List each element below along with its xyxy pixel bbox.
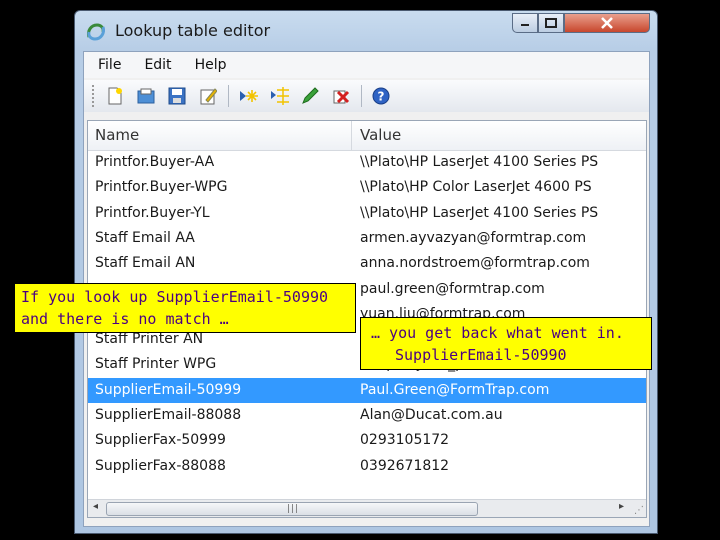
grip-icon: ||| <box>287 504 300 514</box>
edit-button[interactable] <box>197 85 219 107</box>
close-icon <box>601 17 613 29</box>
minimize-icon <box>521 24 529 26</box>
close-button[interactable] <box>564 13 650 33</box>
delete-button[interactable] <box>330 85 352 107</box>
toolbar-separator <box>361 85 362 107</box>
toolbar-separator <box>228 85 229 107</box>
callout-right-line1: … you get back what went in. <box>371 324 624 342</box>
callout-left-line1: If you look up SupplierEmail-50990 <box>21 288 329 306</box>
cell-value[interactable]: \\Plato\HP LaserJet 4100 Series PS <box>360 150 598 175</box>
scroll-thumb[interactable]: ||| <box>106 502 478 516</box>
cell-name[interactable]: Printfor.Buyer-YL <box>95 201 210 226</box>
resize-grip-icon[interactable]: ⋰ <box>634 505 644 516</box>
insert-many-button[interactable] <box>268 85 290 107</box>
cell-value[interactable]: 0392671812 <box>360 454 449 479</box>
table-row[interactable]: SupplierEmail-50999 Paul.Green@FormTrap.c… <box>88 377 646 403</box>
open-button[interactable] <box>135 85 157 107</box>
callout-left-line2: and there is no match … <box>21 310 229 328</box>
menu-bar: File Edit Help <box>84 52 649 78</box>
cell-name[interactable]: Printfor.Buyer-WPG <box>95 175 227 200</box>
new-button[interactable] <box>104 85 126 107</box>
column-divider[interactable] <box>351 121 352 150</box>
delete-icon <box>333 90 350 104</box>
help-button[interactable]: ? <box>370 85 392 107</box>
app-icon <box>87 23 105 41</box>
cell-name[interactable]: Staff Email AA <box>95 226 195 251</box>
scroll-left-arrow-icon[interactable]: ◂ <box>93 501 98 512</box>
maximize-button[interactable] <box>538 13 564 33</box>
grid-header: Name Value <box>88 121 646 151</box>
svg-text:?: ? <box>378 90 385 104</box>
edit-document-icon <box>200 88 217 105</box>
pencil-icon <box>302 87 319 104</box>
help-icon: ? <box>372 87 390 105</box>
cell-value[interactable]: \\Plato\HP LaserJet 4100 Series PS <box>360 201 598 226</box>
cell-name[interactable]: Printfor.Buyer-AA <box>95 150 214 175</box>
toolbar: ? <box>84 80 649 112</box>
insert-row-button[interactable] <box>237 85 259 107</box>
cell-name[interactable]: SupplierFax-50999 <box>95 428 226 453</box>
callout-left: If you look up SupplierEmail-50990 and t… <box>14 283 356 333</box>
column-header-name[interactable]: Name <box>95 121 139 150</box>
new-file-icon <box>108 87 122 105</box>
callout-right-line2: SupplierEmail-50990 <box>395 346 567 364</box>
column-header-value[interactable]: Value <box>360 121 401 150</box>
cell-name[interactable]: SupplierEmail-88088 <box>95 403 241 428</box>
menu-edit[interactable]: Edit <box>130 52 180 78</box>
open-folder-icon <box>137 88 155 104</box>
save-button[interactable] <box>166 85 188 107</box>
horizontal-scrollbar[interactable]: ◂ ||| ▸ ⋰ <box>88 499 646 517</box>
cell-name[interactable]: Staff Email AN <box>95 251 195 276</box>
cell-name[interactable]: SupplierFax-88088 <box>95 454 226 479</box>
cell-value[interactable]: Alan@Ducat.com.au <box>360 403 503 428</box>
lookup-table-editor-window: Lookup table editor File Edit Help ? Nam… <box>74 10 658 534</box>
cell-value[interactable]: armen.ayvazyan@formtrap.com <box>360 226 586 251</box>
callout-right: … you get back what went in. SupplierEma… <box>360 317 652 370</box>
save-icon <box>168 87 186 105</box>
cell-value[interactable]: anna.nordstroem@formtrap.com <box>360 251 590 276</box>
minimize-button[interactable] <box>512 13 538 33</box>
window-title: Lookup table editor <box>115 21 271 40</box>
scroll-right-arrow-icon[interactable]: ▸ <box>619 501 624 512</box>
table-row[interactable]: Printfor.Buyer-AA \\Plato\HP LaserJet 410… <box>88 150 646 175</box>
cell-value[interactable]: \\Plato\HP Color LaserJet 4600 PS <box>360 175 592 200</box>
table-row[interactable]: Staff Email AN anna.nordstroem@formtrap.c… <box>88 251 646 276</box>
cell-value[interactable]: paul.green@formtrap.com <box>360 277 545 302</box>
menu-file[interactable]: File <box>84 52 130 78</box>
table-row[interactable]: SupplierEmail-88088 Alan@Ducat.com.au <box>88 403 646 428</box>
maximize-icon <box>545 18 557 28</box>
pencil-button[interactable] <box>299 85 321 107</box>
table-row[interactable]: Staff Email AA armen.ayvazyan@formtrap.co… <box>88 226 646 251</box>
menu-help[interactable]: Help <box>181 52 236 78</box>
table-row[interactable]: Printfor.Buyer-YL \\Plato\HP LaserJet 410… <box>88 201 646 226</box>
insert-row-icon <box>240 90 258 102</box>
insert-many-icon <box>271 87 289 105</box>
cell-value[interactable]: 0293105172 <box>360 428 449 453</box>
cell-name[interactable]: SupplierEmail-50999 <box>95 378 241 403</box>
title-bar[interactable]: Lookup table editor <box>75 11 657 51</box>
table-row[interactable]: SupplierFax-88088 0392671812 <box>88 454 646 479</box>
table-row[interactable]: Printfor.Buyer-WPG \\Plato\HP Color Laser… <box>88 175 646 200</box>
table-row[interactable]: SupplierFax-50999 0293105172 <box>88 428 646 453</box>
cell-name[interactable]: Staff Printer WPG <box>95 352 216 377</box>
cell-value[interactable]: Paul.Green@FormTrap.com <box>360 378 549 403</box>
toolbar-grip[interactable] <box>92 85 98 107</box>
